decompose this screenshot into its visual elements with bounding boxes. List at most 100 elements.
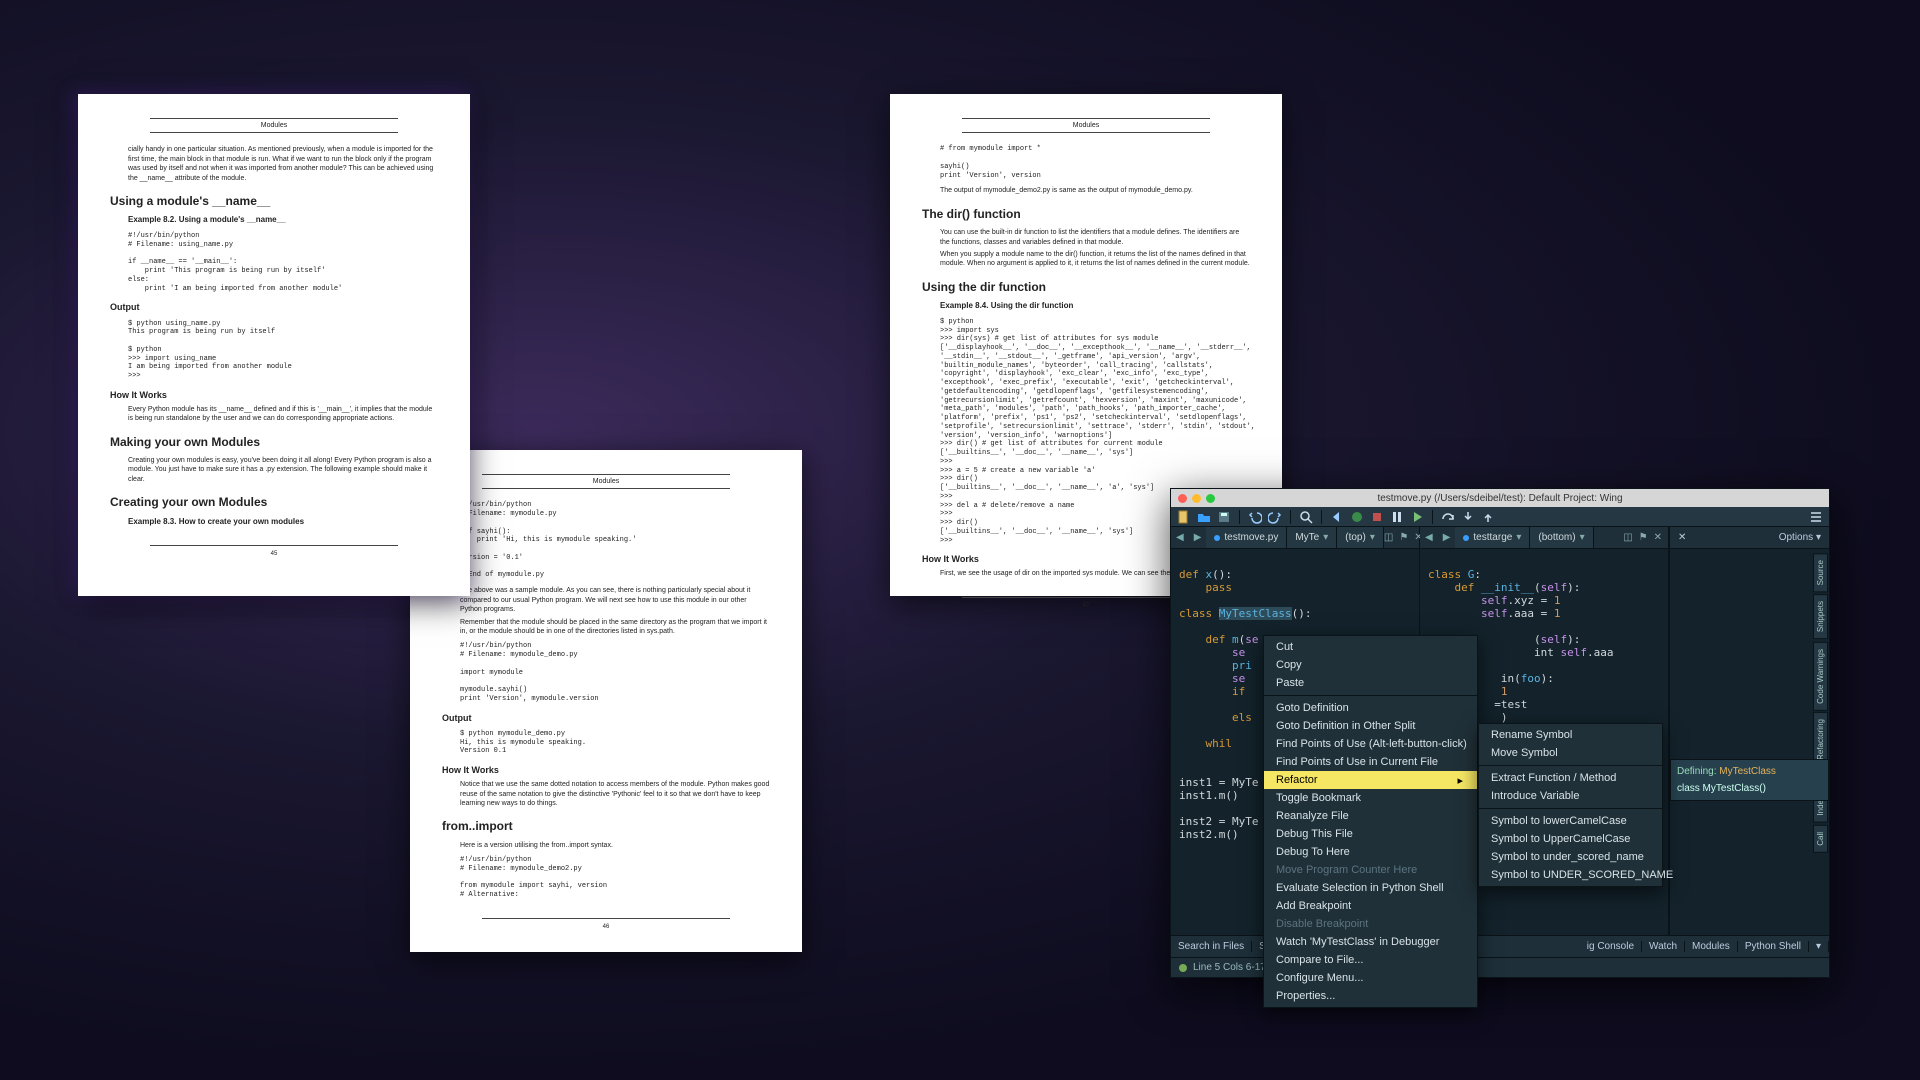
paragraph: You can use the built-in dir function to… <box>940 228 1250 247</box>
run-icon[interactable] <box>1410 510 1424 524</box>
minimize-icon[interactable] <box>1192 494 1201 503</box>
tabs-more-icon[interactable]: ▾ <box>1809 941 1829 952</box>
tab-search-in-files[interactable]: Search in Files <box>1171 941 1252 952</box>
menu-icon[interactable] <box>1809 510 1823 524</box>
save-icon[interactable] <box>1217 510 1231 524</box>
menu-goto-def[interactable]: Goto Definition <box>1264 699 1477 717</box>
menu-paste[interactable]: Paste <box>1264 674 1477 692</box>
tab-prev-icon[interactable]: ◀ <box>1420 532 1438 543</box>
menu-debug-here[interactable]: Debug To Here <box>1264 843 1477 861</box>
step-into-icon[interactable] <box>1461 510 1475 524</box>
menu-eval-shell[interactable]: Evaluate Selection in Python Shell <box>1264 879 1477 897</box>
context-menu: Cut Copy Paste Goto Definition Goto Defi… <box>1263 635 1478 1008</box>
editor-tab-testtarget[interactable]: testtarge▾ <box>1455 527 1530 548</box>
code-block: $ python using_name.py This program is b… <box>128 320 438 381</box>
heading-make: Making your own Modules <box>110 434 438 450</box>
paragraph: Here is a version utilising the from..im… <box>460 841 770 850</box>
menu-debug-file[interactable]: Debug This File <box>1264 825 1477 843</box>
close-tab-icon[interactable]: ✕ <box>1654 532 1662 543</box>
heading-how: How It Works <box>110 389 438 401</box>
step-out-icon[interactable] <box>1481 510 1495 524</box>
main-toolbar <box>1171 507 1829 527</box>
heading-output: Output <box>110 301 438 313</box>
menu-find-uses[interactable]: Find Points of Use (Alt-left-button-clic… <box>1264 735 1477 753</box>
menu-configure[interactable]: Configure Menu... <box>1264 969 1477 987</box>
menu-watch[interactable]: Watch 'MyTestClass' in Debugger <box>1264 933 1477 951</box>
footer-rule <box>482 918 730 919</box>
example-caption: Example 8.2. Using a module's __name__ <box>128 215 438 226</box>
heading-from: from..import <box>442 818 770 834</box>
paragraph: Creating your own modules is easy, you'v… <box>128 456 438 484</box>
def-body: class MyTestClass() <box>1677 783 1822 794</box>
code-block: $ python mymodule_demo.py Hi, this is my… <box>460 730 770 756</box>
menu-find-uses-file[interactable]: Find Points of Use in Current File <box>1264 753 1477 771</box>
ide-window: testmove.py (/Users/sdeibel/test): Defau… <box>1170 488 1830 978</box>
paragraph: When you supply a module name to the dir… <box>940 250 1250 269</box>
step-back-icon[interactable] <box>1330 510 1344 524</box>
def-name[interactable]: MyTestClass <box>1719 766 1776 777</box>
zoom-icon[interactable] <box>1206 494 1215 503</box>
example-caption: Example 8.4. Using the dir function <box>940 301 1250 312</box>
position-dropdown[interactable]: (bottom)▾ <box>1530 527 1593 548</box>
menu-lowercamel[interactable]: Symbol to lowerCamelCase <box>1479 812 1662 830</box>
undo-icon[interactable] <box>1248 510 1262 524</box>
menu-rename-symbol[interactable]: Rename Symbol <box>1479 726 1662 744</box>
rail-snippets[interactable]: Snippets <box>1813 594 1828 639</box>
menu-copy[interactable]: Copy <box>1264 656 1477 674</box>
code-block: #!/usr/bin/python # Filename: using_name… <box>128 232 438 293</box>
tab-next-icon[interactable]: ▶ <box>1438 532 1456 543</box>
close-panel-icon[interactable]: ✕ <box>1678 532 1686 543</box>
menu-upperunderscore[interactable]: Symbol to UNDER_SCORED_NAME <box>1479 866 1662 884</box>
menu-refactor[interactable]: Refactor▸ <box>1264 771 1477 789</box>
menu-disable-bp: Disable Breakpoint <box>1264 915 1477 933</box>
menu-cut[interactable]: Cut <box>1264 638 1477 656</box>
debug-icon[interactable] <box>1350 510 1364 524</box>
stop-icon[interactable] <box>1370 510 1384 524</box>
tab-prev-icon[interactable]: ◀ <box>1171 532 1189 543</box>
tab-next-icon[interactable]: ▶ <box>1189 532 1207 543</box>
open-folder-icon[interactable] <box>1197 510 1211 524</box>
menu-compare[interactable]: Compare to File... <box>1264 951 1477 969</box>
tabstrip-left: ◀ ▶ testmove.py MyTe▾ (top)▾ ◫ ⚑ ✕ <box>1171 527 1419 549</box>
options-dropdown[interactable]: Options ▾ <box>1779 532 1821 543</box>
editor-tab-testmove[interactable]: testmove.py <box>1206 527 1287 548</box>
split-vert-icon[interactable]: ◫ <box>1623 532 1632 543</box>
menu-uppercamel[interactable]: Symbol to UpperCamelCase <box>1479 830 1662 848</box>
menu-toggle-bookmark[interactable]: Toggle Bookmark <box>1264 789 1477 807</box>
dirty-dot-icon <box>1463 535 1469 541</box>
bookmark-icon[interactable]: ⚑ <box>1399 532 1408 543</box>
step-over-icon[interactable] <box>1441 510 1455 524</box>
menu-goto-def-split[interactable]: Goto Definition in Other Split <box>1264 717 1477 735</box>
menu-introduce-var[interactable]: Introduce Variable <box>1479 787 1662 805</box>
close-icon[interactable] <box>1178 494 1187 503</box>
menu-reanalyze[interactable]: Reanalyze File <box>1264 807 1477 825</box>
redo-icon[interactable] <box>1268 510 1282 524</box>
tab-modules[interactable]: Modules <box>1685 941 1738 952</box>
titlebar[interactable]: testmove.py (/Users/sdeibel/test): Defau… <box>1171 489 1829 507</box>
new-file-icon[interactable] <box>1177 510 1191 524</box>
rail-code-warnings[interactable]: Code Warnings <box>1813 642 1828 711</box>
menu-add-bp[interactable]: Add Breakpoint <box>1264 897 1477 915</box>
tab-python-shell[interactable]: Python Shell <box>1738 941 1809 952</box>
code-block: #!/usr/bin/python # Filename: mymodule_d… <box>460 856 770 900</box>
search-icon[interactable] <box>1299 510 1313 524</box>
page-number: 45 <box>110 550 438 558</box>
rail-call[interactable]: Call <box>1813 825 1828 853</box>
symbol-scope-dropdown[interactable]: MyTe▾ <box>1287 527 1337 548</box>
menu-underscore[interactable]: Symbol to under_scored_name <box>1479 848 1662 866</box>
tab-debug-console[interactable]: ig Console <box>1580 941 1642 952</box>
editor-pane-left: ◀ ▶ testmove.py MyTe▾ (top)▾ ◫ ⚑ ✕ <box>1171 527 1420 935</box>
menu-properties[interactable]: Properties... <box>1264 987 1477 1005</box>
window-title: testmove.py (/Users/sdeibel/test): Defau… <box>1171 493 1829 504</box>
example-caption: Example 8.3. How to create your own modu… <box>128 517 438 528</box>
bookmark-icon[interactable]: ⚑ <box>1639 532 1648 543</box>
tab-watch[interactable]: Watch <box>1642 941 1685 952</box>
menu-move-symbol[interactable]: Move Symbol <box>1479 744 1662 762</box>
running-head: Modules <box>150 118 398 133</box>
position-dropdown[interactable]: (top)▾ <box>1337 527 1384 548</box>
pause-icon[interactable] <box>1390 510 1404 524</box>
right-panel: ✕ Options ▾ Source Snippets Code Warning… <box>1669 527 1829 935</box>
menu-extract[interactable]: Extract Function / Method <box>1479 769 1662 787</box>
split-vert-icon[interactable]: ◫ <box>1384 532 1393 543</box>
rail-source[interactable]: Source <box>1813 553 1828 592</box>
